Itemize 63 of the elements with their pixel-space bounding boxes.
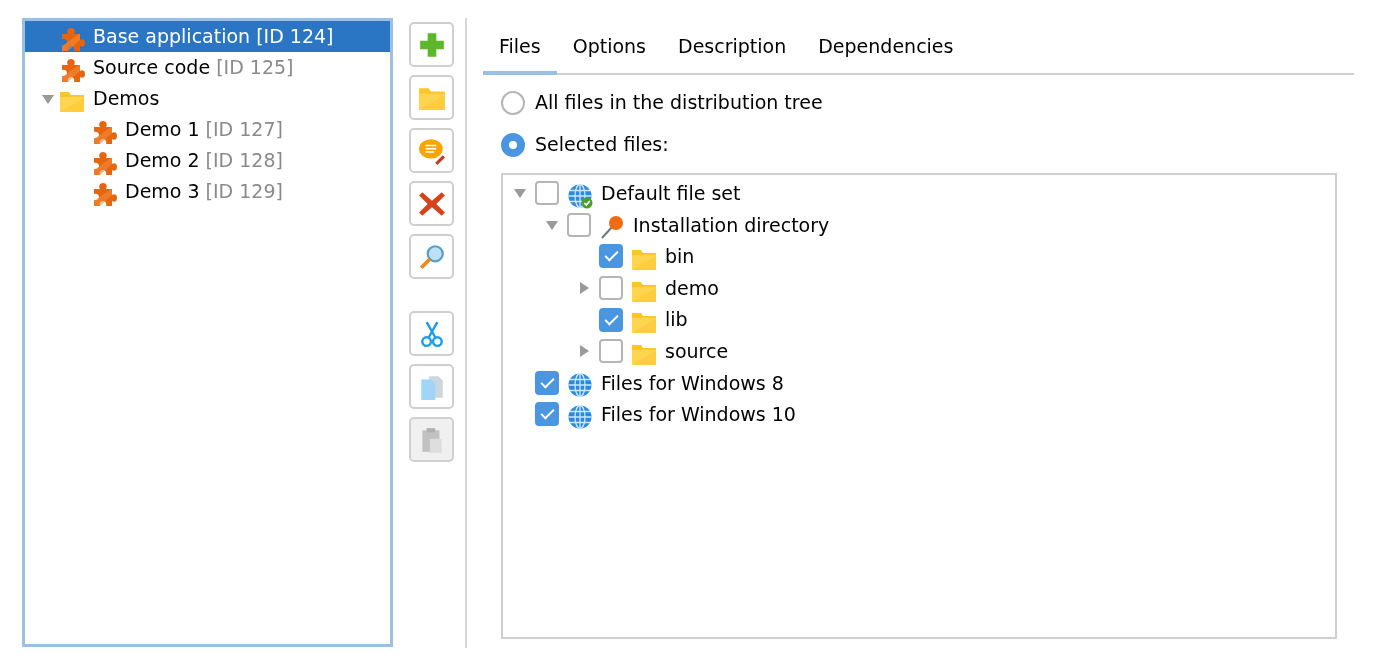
item-name: Demos	[93, 86, 160, 112]
globe-check-icon	[567, 182, 593, 209]
item-name: Demo 2	[125, 148, 200, 174]
checkbox[interactable]	[599, 307, 623, 332]
tab[interactable]: Description	[662, 24, 803, 75]
radio-label: Selected files:	[535, 132, 669, 158]
checkbox[interactable]	[599, 244, 623, 269]
puzzle-piece-icon	[91, 181, 117, 207]
speech-bubble-pencil-button[interactable]	[409, 128, 454, 173]
globe-icon	[567, 372, 593, 399]
scissors-button[interactable]	[409, 311, 454, 356]
file-item-label: bin	[665, 244, 695, 270]
file-item-label: source	[665, 339, 729, 364]
radio-button[interactable]	[501, 132, 525, 157]
file-item-label: Files for Windows 8	[601, 370, 784, 396]
copy-button[interactable]	[409, 364, 454, 409]
tab[interactable]: Options	[556, 24, 662, 75]
checkbox[interactable]	[567, 212, 591, 237]
collapsed-arrow-icon[interactable]	[577, 344, 591, 359]
tab[interactable]: Files	[483, 24, 557, 75]
file-item-label: lib	[665, 307, 688, 333]
file-item-label: demo	[665, 275, 719, 301]
checkbox[interactable]	[599, 276, 623, 301]
radio-button[interactable]	[501, 90, 525, 115]
tab[interactable]: Dependencies	[802, 24, 970, 75]
search-button[interactable]	[409, 234, 454, 279]
item-name: Demo 3	[125, 179, 200, 205]
radio-label: All files in the distribution tree	[535, 90, 823, 116]
add-button[interactable]	[409, 22, 454, 67]
file-item-label: Files for Windows 10	[601, 402, 796, 428]
collapsed-arrow-icon[interactable]	[577, 281, 591, 296]
item-id: [ID 124]	[256, 24, 334, 50]
close-icon	[417, 189, 446, 218]
tree-item[interactable]: Source code [ID 125]	[25, 52, 390, 83]
folder-button[interactable]	[409, 75, 454, 120]
speech-bubble-pencil-icon	[417, 136, 446, 165]
search-icon	[417, 242, 446, 271]
globe-icon	[567, 403, 593, 430]
puzzle-piece-icon	[59, 26, 85, 52]
tree-item[interactable]: Demo 3 [ID 129]	[25, 176, 390, 207]
item-id: [ID 129]	[205, 179, 283, 205]
checkbox[interactable]	[535, 370, 559, 395]
tree-item[interactable]: Demo 1 [ID 127]	[25, 114, 390, 145]
tree-item[interactable]: Demo 2 [ID 128]	[25, 145, 390, 176]
tree-item[interactable]: Demos	[25, 83, 390, 114]
file-item-label: Installation directory	[633, 212, 830, 238]
item-name: Source code	[93, 55, 211, 81]
item-id: [ID 125]	[216, 55, 294, 81]
checkbox[interactable]	[599, 339, 623, 364]
pin-icon	[599, 214, 625, 241]
item-name: Demo 1	[125, 117, 200, 143]
checkbox[interactable]	[535, 402, 559, 427]
puzzle-piece-icon	[91, 150, 117, 176]
file-item-label: Default file set	[601, 181, 741, 207]
add-icon	[417, 30, 446, 59]
tree-item[interactable]: Base application [ID 124]	[25, 21, 390, 52]
puzzle-piece-icon	[91, 119, 117, 145]
close-button[interactable]	[409, 181, 454, 226]
puzzle-piece-icon	[59, 57, 85, 83]
item-id: [ID 127]	[205, 117, 283, 143]
checkbox[interactable]	[535, 181, 559, 206]
item-id: [ID 128]	[205, 148, 283, 174]
item-name: Base application	[93, 24, 251, 50]
